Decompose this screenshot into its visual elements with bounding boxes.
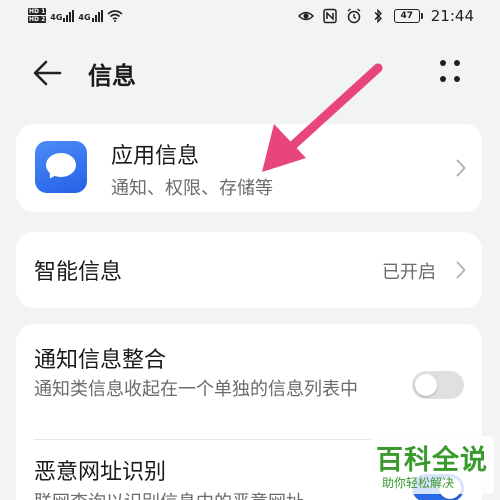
alarm-icon	[347, 8, 361, 24]
smart-info-title: 智能信息	[34, 260, 123, 285]
more-options-icon[interactable]	[440, 60, 462, 86]
app-bar: 信息	[0, 48, 500, 100]
hd2-badge: HD 2	[28, 16, 47, 23]
battery-icon: 47	[393, 9, 423, 23]
status-bar-right: 47 21:44	[297, 7, 474, 25]
network-2-label: 4G	[78, 12, 91, 22]
sim-indicators: HD 1 HD 2	[28, 8, 47, 23]
messages-app-icon	[35, 141, 87, 193]
malicious-url-description: 联网查询以识别信息中的恶意网址	[34, 488, 304, 500]
app-info-item[interactable]: 应用信息 通知、权限、存储等	[16, 124, 482, 212]
watermark-subtitle: 助你轻松解决	[382, 476, 455, 490]
hd1-badge: HD 1	[28, 8, 47, 15]
page-title: 信息	[88, 62, 136, 90]
network-1-label: 4G	[50, 12, 63, 22]
merge-notifications-title: 通知信息整合	[34, 348, 167, 373]
eye-icon	[297, 11, 314, 21]
malicious-url-title: 恶意网址识别	[34, 460, 167, 485]
back-arrow-icon[interactable]	[30, 58, 64, 88]
chevron-right-icon	[456, 159, 466, 177]
signal-2-icon: 4G	[78, 9, 103, 22]
battery-level: 47	[393, 9, 420, 23]
merge-notifications-toggle[interactable]	[412, 371, 464, 399]
watermark-title: 百科全说	[376, 445, 488, 476]
app-info-subtitle: 通知、权限、存储等	[111, 178, 273, 199]
bluetooth-icon	[374, 8, 382, 24]
smart-info-item[interactable]: 智能信息 已开启	[16, 232, 482, 308]
nfc-icon	[323, 8, 337, 24]
wifi-icon	[107, 9, 123, 22]
watermark-logo: 百科全说 助你轻松解决	[370, 436, 494, 494]
smart-info-status: 已开启	[382, 262, 436, 283]
chevron-right-icon	[456, 261, 466, 279]
signal-1-icon: 4G	[50, 9, 75, 22]
status-bar: HD 1 HD 2 4G 4G 47 21:44	[0, 0, 500, 34]
merge-notifications-description: 通知类信息收起在一个单独的信息列表中	[34, 379, 358, 400]
app-info-title: 应用信息	[111, 144, 200, 169]
clock: 21:44	[430, 7, 474, 25]
status-bar-left: HD 1 HD 2 4G 4G	[28, 8, 123, 23]
